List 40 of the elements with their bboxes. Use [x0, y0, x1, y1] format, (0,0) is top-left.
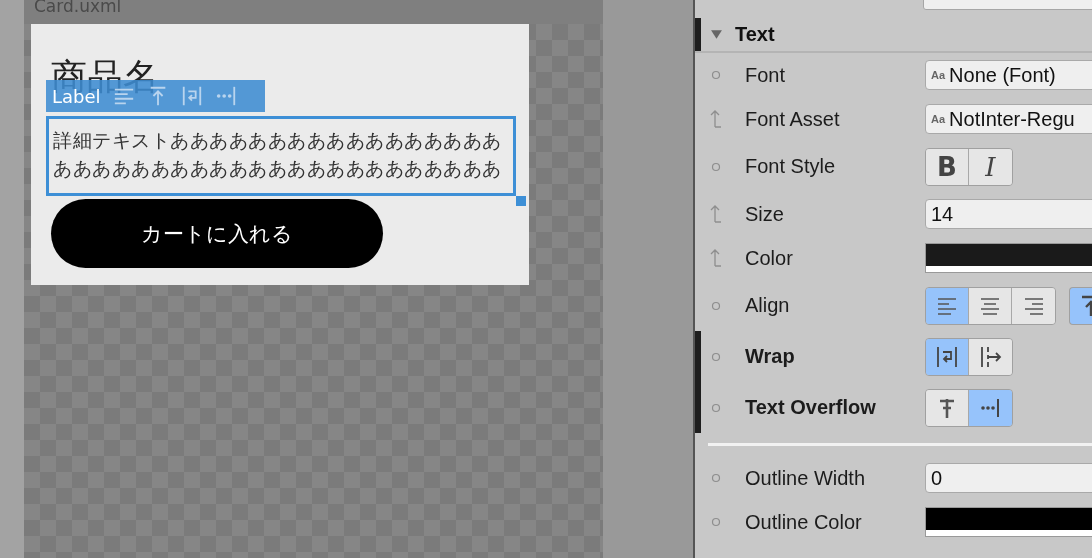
property-label: Align [745, 294, 790, 317]
override-bar [695, 18, 701, 51]
add-to-cart-button[interactable]: カートに入れる [51, 199, 383, 268]
ellipsis-toggle[interactable] [969, 389, 1012, 426]
property-label: Size [745, 202, 784, 226]
align-left-toggle[interactable] [926, 287, 969, 324]
property-label: Font [745, 63, 786, 87]
number-field[interactable]: 14 [925, 199, 1092, 229]
wrap-icon[interactable] [180, 85, 203, 107]
no-wrap-toggle[interactable] [969, 338, 1012, 375]
clip-toggle[interactable] [926, 389, 969, 426]
selection-frame[interactable]: 詳細テキストああああああああああああああああああああああああああああああああああああああああ [46, 116, 516, 196]
no-wrap-icon [978, 344, 1003, 369]
bold-toggle[interactable]: B [926, 148, 969, 185]
align-center-toggle[interactable] [969, 287, 1012, 324]
font-type-label: Aa [931, 113, 946, 125]
ellipsis-icon[interactable] [214, 85, 237, 107]
wrap-toggle[interactable] [926, 338, 969, 375]
field-value: NotInter-Regu [949, 107, 1075, 131]
property-label: Color [745, 246, 793, 270]
font-type-label: Aa [931, 69, 946, 81]
wrap-icon [935, 344, 959, 369]
expanded-triangle-icon[interactable] [710, 28, 723, 41]
property-label: Wrap [745, 345, 795, 368]
color-swatch[interactable] [925, 507, 1092, 537]
resize-handle[interactable] [516, 196, 526, 206]
italic-toggle[interactable]: I [969, 148, 1012, 185]
description-text: 詳細テキストああああああああああああああああああああああああああああああああああああああああ [52, 128, 503, 181]
property-label: Outline Width [745, 466, 866, 490]
property-label: Font Asset [745, 107, 840, 131]
section-title[interactable]: Text [735, 23, 775, 46]
color-swatch[interactable] [925, 243, 1092, 273]
property-label: Text Overflow [745, 396, 876, 419]
field-value: None (Font) [949, 63, 1056, 87]
object-field[interactable]: Aa NotInter-Regu [925, 104, 1092, 134]
object-field[interactable]: Aa None (Font) [925, 60, 1092, 90]
number-field[interactable]: 0 [925, 463, 1092, 493]
property-label: Font Style [745, 155, 836, 178]
property-label: Outline Color [745, 510, 862, 534]
align-right-toggle[interactable] [1012, 287, 1055, 324]
